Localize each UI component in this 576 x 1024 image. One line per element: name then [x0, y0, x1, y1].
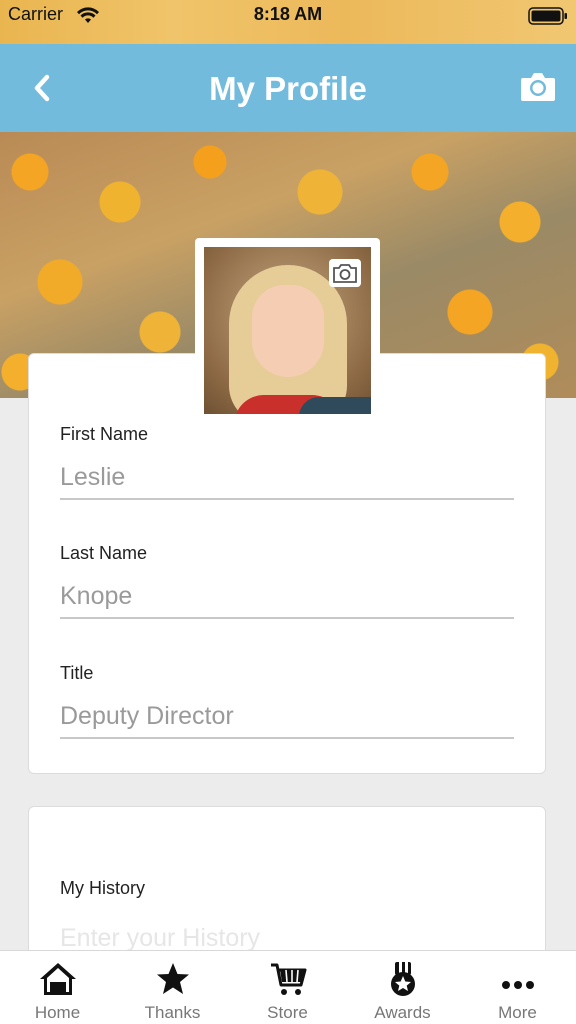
avatar-frame: [195, 238, 380, 423]
tab-thanks-label: Thanks: [144, 1003, 201, 1022]
medal-icon: [391, 962, 415, 996]
tab-home-label: Home: [34, 1003, 81, 1022]
avatar[interactable]: [204, 247, 371, 414]
tab-bar: Home Thanks Store Awards More: [0, 950, 576, 1024]
title-input[interactable]: [60, 695, 514, 739]
page-title: My Profile: [209, 70, 367, 107]
battery-icon: [528, 7, 567, 25]
tab-more-label: More: [498, 1003, 537, 1022]
home-icon: [40, 963, 76, 995]
tab-awards[interactable]: Awards: [345, 951, 460, 1024]
last-name-label: Last Name: [60, 543, 148, 563]
tab-thanks[interactable]: Thanks: [115, 951, 230, 1024]
status-bar: Carrier 8:18 AM: [0, 0, 576, 44]
tab-store-label: Store: [267, 1003, 308, 1022]
tab-home[interactable]: Home: [0, 951, 115, 1024]
tab-store[interactable]: Store: [230, 951, 345, 1024]
history-label: My History: [60, 878, 145, 898]
first-name-input[interactable]: [60, 456, 514, 500]
more-icon: [502, 981, 534, 989]
camera-icon[interactable]: [520, 70, 556, 102]
star-icon: [157, 963, 189, 994]
title-label: Title: [60, 663, 94, 683]
avatar-camera-icon[interactable]: [329, 259, 361, 287]
tab-awards-label: Awards: [374, 1003, 431, 1022]
first-name-label: First Name: [60, 424, 149, 444]
cart-icon: [271, 963, 307, 995]
clock: 8:18 AM: [253, 4, 323, 24]
nav-bar: My Profile: [0, 44, 576, 132]
tab-more[interactable]: More: [460, 951, 575, 1024]
last-name-input[interactable]: [60, 575, 514, 619]
